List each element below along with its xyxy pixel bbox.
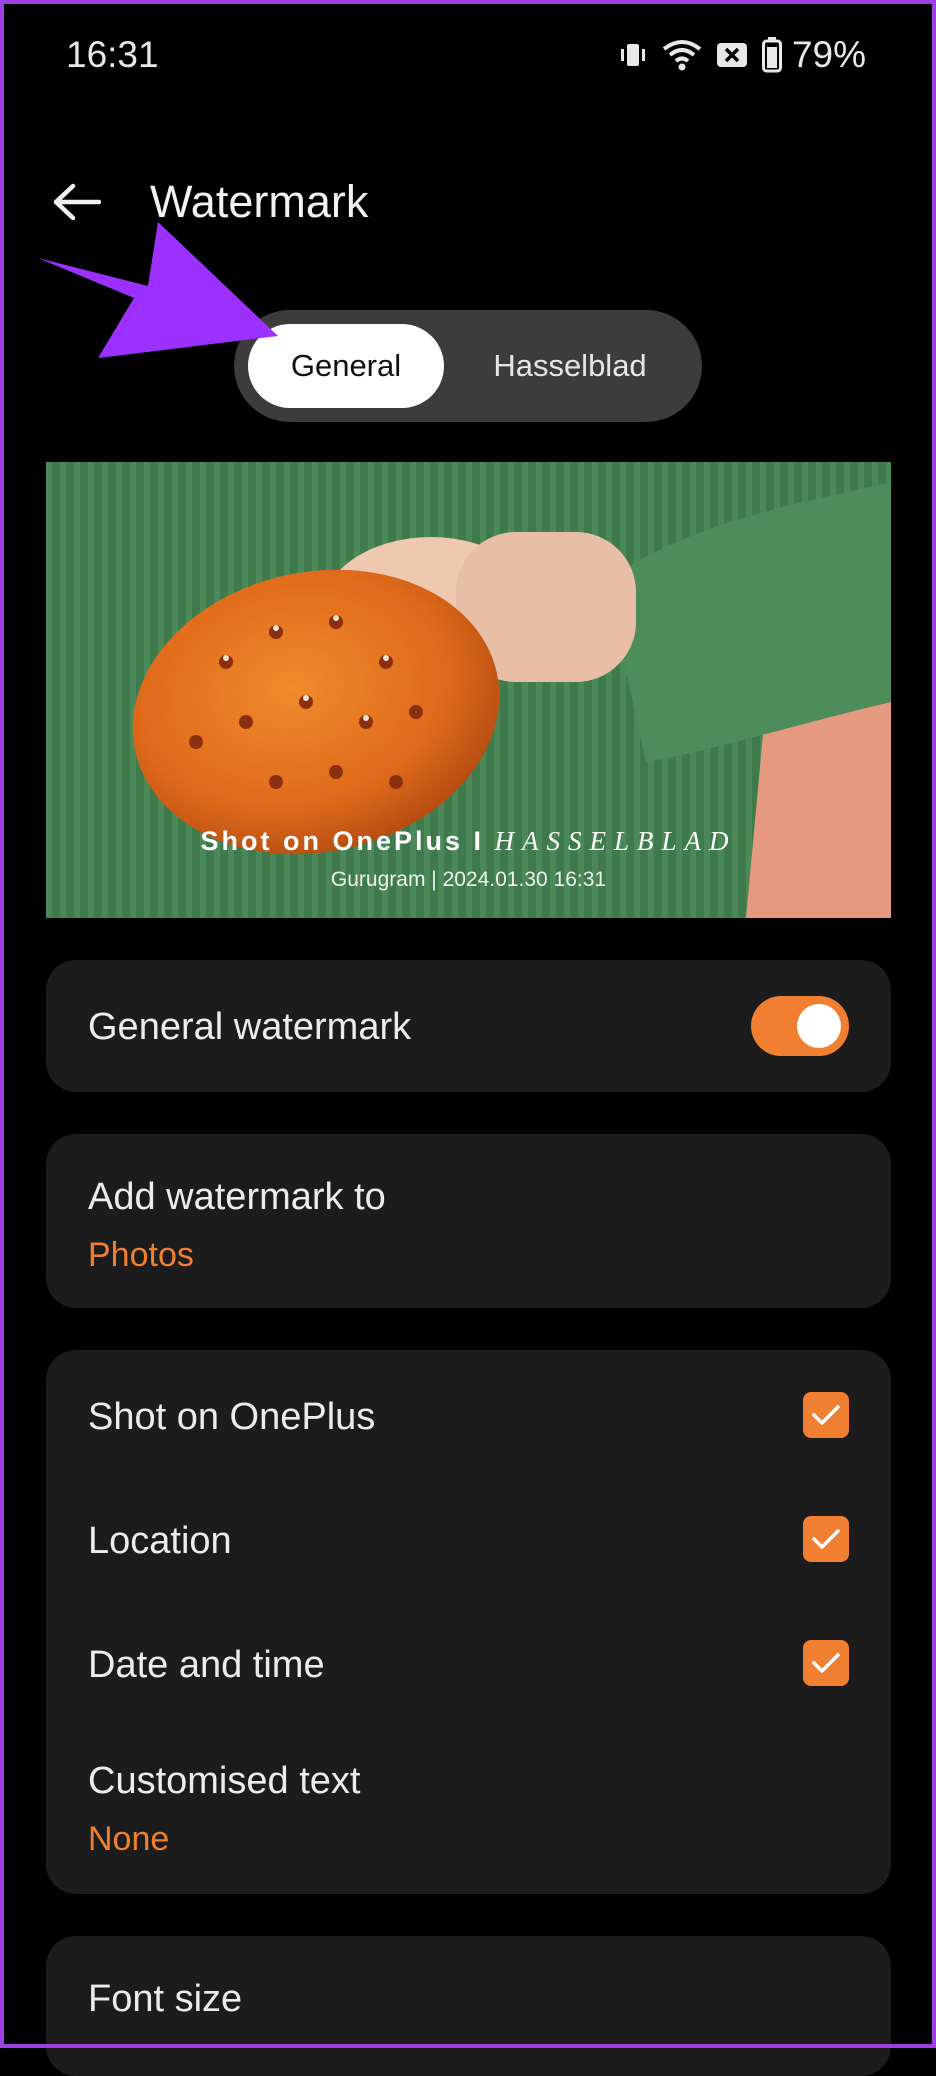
option-shot-on-label: Shot on OnePlus bbox=[88, 1396, 376, 1438]
add-watermark-label: Add watermark to bbox=[88, 1176, 386, 1218]
option-shot-on-checkbox[interactable] bbox=[803, 1392, 849, 1438]
font-size-card[interactable]: Font size bbox=[46, 1936, 891, 2076]
preview-watermark-line1: Shot on OnePlus I HASSELBLAD bbox=[200, 826, 737, 856]
watermark-preview-image: Shot on OnePlus I HASSELBLAD Gurugram | … bbox=[46, 462, 891, 918]
check-icon bbox=[812, 1653, 840, 1673]
no-sim-icon bbox=[716, 41, 748, 69]
check-icon bbox=[812, 1529, 840, 1549]
status-icons: 79% bbox=[618, 34, 866, 76]
general-watermark-toggle[interactable] bbox=[751, 996, 849, 1056]
toggle-knob bbox=[797, 1004, 841, 1048]
back-button[interactable] bbox=[46, 176, 106, 228]
check-icon bbox=[812, 1405, 840, 1425]
battery-percent: 79% bbox=[791, 34, 866, 75]
annotation-arrow-icon bbox=[38, 222, 278, 358]
general-watermark-card: General watermark bbox=[46, 960, 891, 1092]
preview-watermark-line2: Gurugram | 2024.01.30 16:31 bbox=[330, 868, 607, 891]
general-watermark-label: General watermark bbox=[88, 1006, 412, 1048]
preview-brand: HASSELBLAD bbox=[494, 826, 737, 856]
battery-icon bbox=[761, 37, 782, 73]
option-date-time-checkbox[interactable] bbox=[803, 1640, 849, 1686]
wifi-icon bbox=[662, 39, 702, 71]
custom-text-label[interactable]: Customised text bbox=[88, 1760, 360, 1803]
back-arrow-icon bbox=[53, 183, 101, 221]
option-date-time-label: Date and time bbox=[88, 1644, 325, 1686]
custom-text-value: None bbox=[88, 1820, 170, 1858]
status-time: 16:31 bbox=[66, 34, 159, 75]
page-title: Watermark bbox=[150, 176, 369, 227]
watermark-options-card: Shot on OnePlus Location Date and time C… bbox=[46, 1350, 891, 1894]
vibrate-icon bbox=[618, 40, 648, 70]
option-location-checkbox[interactable] bbox=[803, 1516, 849, 1562]
option-location-label: Location bbox=[88, 1520, 232, 1562]
tab-hasselblad[interactable]: Hasselblad bbox=[470, 324, 670, 408]
add-watermark-card[interactable]: Add watermark to Photos bbox=[46, 1134, 891, 1308]
add-watermark-value: Photos bbox=[88, 1236, 194, 1274]
font-size-label: Font size bbox=[88, 1978, 243, 2020]
watermark-type-tabs: General Hasselblad bbox=[234, 310, 702, 422]
